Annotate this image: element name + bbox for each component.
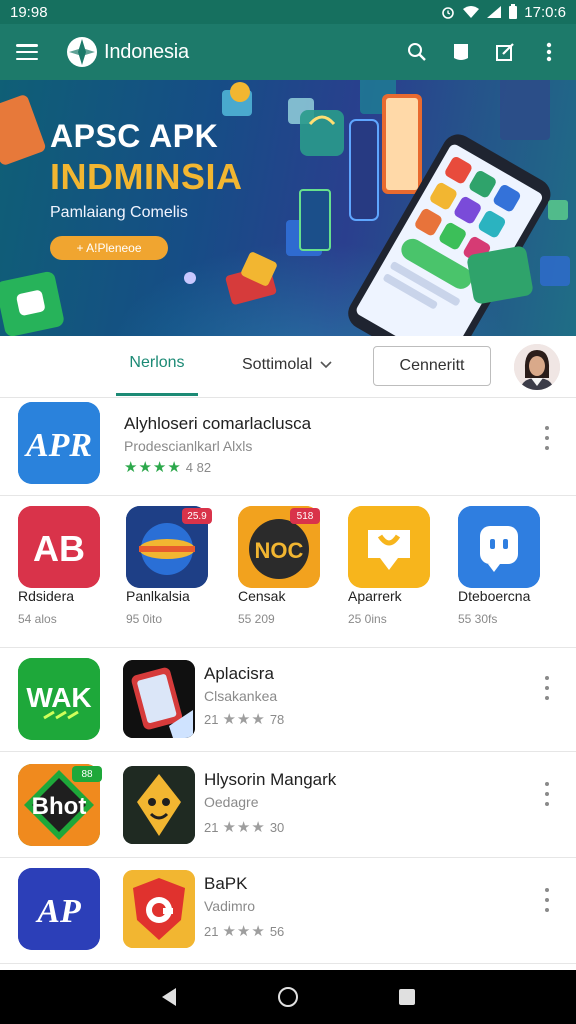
- grid-item-name: Aparrerk: [348, 588, 402, 604]
- filter-bar: Nerlons Sottimolal Cenneritt: [0, 336, 576, 398]
- banner-subtitle: Pamlaiang Comelis: [50, 204, 188, 221]
- list-item-meta-num: 21: [204, 819, 219, 835]
- battery-icon: [509, 4, 518, 19]
- list-item-subtitle: Oedagre: [204, 794, 259, 810]
- featured-more-button[interactable]: [540, 426, 554, 450]
- list-item-more-button[interactable]: [540, 888, 554, 912]
- list-app-icon: WAK: [18, 658, 100, 740]
- list-item-stars: ★★★: [222, 923, 266, 940]
- avatar[interactable]: [514, 344, 560, 390]
- featured-stars: ★★★★: [124, 459, 182, 476]
- tab-indicator: [116, 393, 198, 396]
- featured-icon-text: APR: [24, 427, 92, 464]
- banner-headline-secondary: INDMINSIA: [50, 156, 243, 197]
- search-button[interactable]: [406, 41, 428, 63]
- alarm-icon: [442, 7, 455, 19]
- app-bar: Indonesia: [0, 24, 576, 80]
- grid-item[interactable]: Aparrerk 25 0ins: [348, 496, 458, 641]
- grid-app-icon: AB: [18, 506, 100, 588]
- grid-item-name: Panlkalsia: [126, 588, 190, 604]
- list-item-stars: ★★★: [222, 819, 266, 836]
- list-item[interactable]: Bhot 88 Hlysorin Mangark Oedagre 21 ★★★ …: [0, 752, 576, 858]
- grid-badge: 25.9: [182, 508, 212, 524]
- list-item-meta-num: 21: [204, 923, 219, 939]
- list-item-meta-end: 78: [269, 711, 285, 727]
- list-item-title: Aplacisra: [204, 664, 274, 683]
- list-item-meta-end: 30: [269, 819, 285, 835]
- list-icon-text: Bhot: [32, 793, 87, 820]
- system-nav-bar: [0, 970, 576, 1024]
- featured-list-item[interactable]: APR Alyhloseri comarlaclusca Prodescianl…: [0, 398, 576, 496]
- list-item[interactable]: AP BaPK Vadimro 21 ★★★ 56: [0, 858, 576, 964]
- grid-item[interactable]: Dteboercna 55 30fs: [458, 496, 568, 641]
- tab-active[interactable]: Nerlons: [116, 354, 198, 372]
- list-app-icon: [123, 766, 195, 844]
- status-time: 19:98: [10, 3, 48, 21]
- grid-app-icon: [458, 506, 540, 588]
- grid-item[interactable]: AB Rdsidera 54 alos: [18, 496, 128, 641]
- banner-cta-button[interactable]: + A!Pleneoe: [50, 236, 168, 260]
- sort-dropdown[interactable]: Sottimolal: [242, 356, 332, 374]
- list-item-stars: ★★★: [222, 711, 266, 728]
- list-item-more-button[interactable]: [540, 782, 554, 806]
- featured-app-icon: APR: [18, 402, 100, 484]
- grid-icon-text: AB: [33, 528, 85, 569]
- list-app-icon: AP: [18, 868, 100, 950]
- list-item-meta-num: 21: [204, 711, 219, 727]
- list-app-icon: [123, 870, 195, 948]
- outline-button[interactable]: Cenneritt: [373, 346, 491, 386]
- grid-badge: 518: [290, 508, 320, 524]
- grid-item-name: Censak: [238, 588, 286, 604]
- list-icon-text: WAK: [26, 682, 91, 713]
- list-item[interactable]: WAK Aplacisra Clsakankea 21 ★★★ 78: [0, 648, 576, 752]
- sort-label: Sottimolal: [242, 356, 313, 373]
- search-icon: [408, 43, 426, 61]
- grid-item-size: 25 0ins: [348, 612, 387, 626]
- grid-item-name: Rdsidera: [18, 588, 75, 604]
- banner-headline: APSC APK: [50, 118, 219, 154]
- signal-icon: [487, 6, 502, 18]
- list-item-title: Hlysorin Mangark: [204, 770, 337, 789]
- bookmark-icon: [454, 44, 468, 60]
- back-icon[interactable]: [160, 987, 178, 1007]
- menu-icon[interactable]: [16, 44, 38, 60]
- status-bar: 19:98 17:0:6: [0, 0, 576, 24]
- grid-item-size: 55 209: [238, 612, 275, 626]
- app-title: Indonesia: [104, 40, 189, 63]
- overflow-menu-button[interactable]: [538, 41, 560, 63]
- list-item-meta-end: 56: [269, 923, 285, 939]
- promo-banner[interactable]: APSC APK INDMINSIA Pamlaiang Comelis + A…: [0, 80, 576, 336]
- list-item-more-button[interactable]: [540, 676, 554, 700]
- chevron-down-icon: [320, 361, 332, 369]
- featured-rating: 4 82: [185, 459, 212, 475]
- wifi-icon: [463, 6, 480, 18]
- grid-item-name: Dteboercna: [458, 588, 531, 604]
- featured-subtitle: Prodescianlkarl Alxls: [124, 438, 253, 454]
- grid-item[interactable]: 25.9 Panlkalsia 95 0ito: [126, 496, 236, 641]
- featured-title: Alyhloseri comarlaclusca: [124, 414, 312, 433]
- app-grid: AB Rdsidera 54 alos 25.9 Panlkalsia 95 0…: [0, 496, 576, 648]
- edit-icon: [496, 43, 514, 61]
- edit-button[interactable]: [494, 41, 516, 63]
- home-icon[interactable]: [277, 986, 299, 1008]
- grid-icon-text: NOC: [255, 538, 304, 563]
- grid-app-icon: [348, 506, 430, 588]
- recents-icon[interactable]: [398, 988, 416, 1006]
- list-icon-text: AP: [35, 893, 81, 930]
- list-item-title: BaPK: [204, 874, 248, 893]
- grid-item-size: 55 30fs: [458, 612, 498, 626]
- grid-item-size: 54 alos: [18, 612, 57, 626]
- bookmark-button[interactable]: [450, 41, 472, 63]
- list-app-icon: [123, 660, 195, 738]
- app-logo-icon: [67, 37, 97, 67]
- status-time-right: 17:0:6: [524, 3, 566, 21]
- grid-item[interactable]: NOC 518 Censak 55 209: [238, 496, 348, 641]
- grid-item-size: 95 0ito: [126, 612, 163, 626]
- more-vertical-icon: [546, 42, 552, 62]
- list-icon-badge: 88: [72, 766, 102, 782]
- list-item-subtitle: Vadimro: [204, 898, 256, 914]
- list-item-subtitle: Clsakankea: [204, 688, 278, 704]
